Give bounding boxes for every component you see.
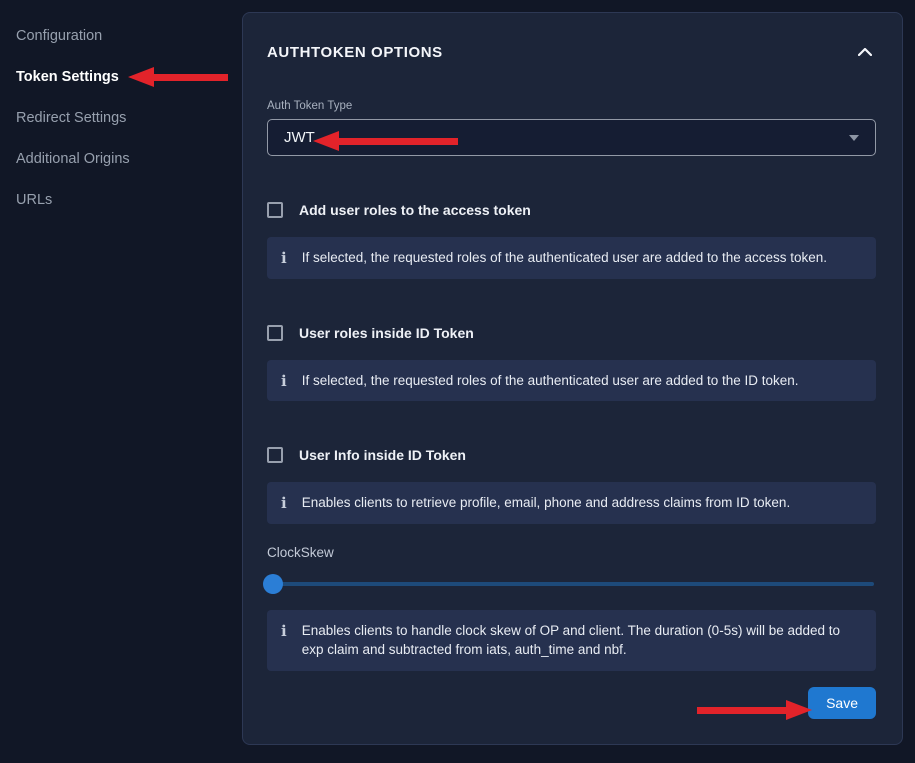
info-box: ℹ If selected, the requested roles of th… xyxy=(267,237,876,279)
section-access-token-roles: Add user roles to the access token ℹ If … xyxy=(267,202,876,279)
sidebar-item-additional-origins[interactable]: Additional Origins xyxy=(16,151,242,168)
sidebar-item-token-settings[interactable]: Token Settings xyxy=(16,69,242,86)
section-user-info-id-token: User Info inside ID Token ℹ Enables clie… xyxy=(267,447,876,524)
info-box: ℹ Enables clients to handle clock skew o… xyxy=(267,610,876,671)
auth-token-type-label: Auth Token Type xyxy=(267,100,876,112)
clockskew-slider[interactable] xyxy=(267,574,876,594)
info-box: ℹ If selected, the requested roles of th… xyxy=(267,360,876,402)
authtoken-options-panel: AUTHTOKEN OPTIONS Auth Token Type JWT Ad… xyxy=(242,12,903,745)
slider-thumb[interactable] xyxy=(263,574,283,594)
info-icon: ℹ xyxy=(281,372,287,390)
info-icon: ℹ xyxy=(281,494,287,512)
auth-token-type-select[interactable]: JWT xyxy=(267,119,876,156)
info-text: If selected, the requested roles of the … xyxy=(302,371,799,391)
auth-token-type-value: JWT xyxy=(284,129,315,146)
checkbox-label: User roles inside ID Token xyxy=(299,325,474,341)
save-row: Save xyxy=(267,687,876,719)
checkbox-label: User Info inside ID Token xyxy=(299,447,466,463)
page: { "sidebar": { "items": [ { "label": "Co… xyxy=(0,0,915,763)
slider-track[interactable] xyxy=(267,582,874,586)
checkbox-add-user-roles-access-token[interactable] xyxy=(267,202,283,218)
info-text: If selected, the requested roles of the … xyxy=(302,248,827,268)
collapse-chevron-up-icon[interactable] xyxy=(854,41,876,63)
sidebar-item-redirect-settings[interactable]: Redirect Settings xyxy=(16,110,242,127)
save-button[interactable]: Save xyxy=(808,687,876,719)
clockskew-label: ClockSkew xyxy=(267,545,876,560)
info-text: Enables clients to handle clock skew of … xyxy=(302,621,860,660)
sidebar-item-configuration[interactable]: Configuration xyxy=(16,28,242,45)
caret-down-icon xyxy=(849,135,859,141)
section-id-token-roles: User roles inside ID Token ℹ If selected… xyxy=(267,325,876,402)
panel-header: AUTHTOKEN OPTIONS xyxy=(267,41,876,63)
panel-title: AUTHTOKEN OPTIONS xyxy=(267,44,443,61)
checkbox-user-roles-id-token[interactable] xyxy=(267,325,283,341)
sidebar-item-urls[interactable]: URLs xyxy=(16,192,242,209)
info-text: Enables clients to retrieve profile, ema… xyxy=(302,493,791,513)
info-box: ℹ Enables clients to retrieve profile, e… xyxy=(267,482,876,524)
checkbox-label: Add user roles to the access token xyxy=(299,202,531,218)
info-icon: ℹ xyxy=(281,249,287,267)
checkbox-user-info-id-token[interactable] xyxy=(267,447,283,463)
info-icon: ℹ xyxy=(281,622,287,640)
sidebar: Configuration Token Settings Redirect Se… xyxy=(0,0,242,763)
